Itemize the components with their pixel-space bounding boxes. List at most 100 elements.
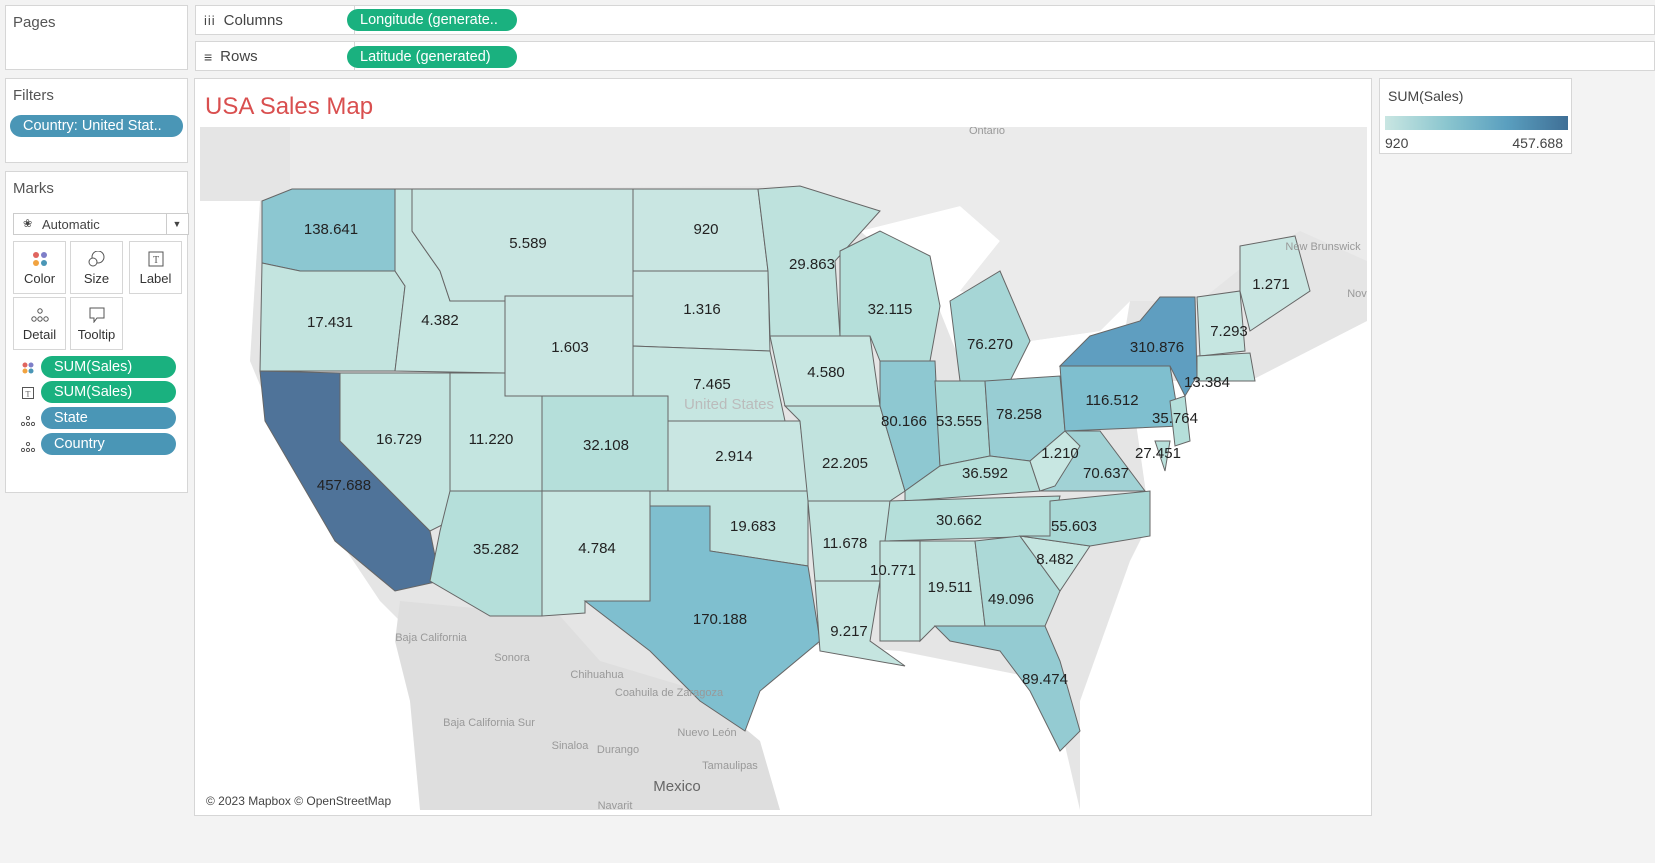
map-mark-icon: ❀ <box>23 218 33 230</box>
pages-panel: Pages <box>5 5 188 70</box>
mark-type-select[interactable]: ❀ Automatic ▼ <box>13 213 189 235</box>
rows-icon: ≡ <box>204 48 213 65</box>
size-button[interactable]: Size <box>70 241 123 294</box>
size-label: Size <box>83 271 110 286</box>
map-attribution[interactable]: © 2023 Mapbox © OpenStreetMap <box>206 794 391 808</box>
detail-field-icon <box>20 439 36 457</box>
label-icon: T <box>130 251 181 267</box>
chevron-down-icon: ▼ <box>166 214 187 234</box>
place-label: Sonora <box>494 652 530 664</box>
tooltip-label: Tooltip <box>77 327 116 342</box>
latitude-pill[interactable]: Latitude (generated) <box>347 46 517 68</box>
state-field-pill[interactable]: State <box>41 407 176 429</box>
marks-panel: Marks ❀ Automatic ▼ Color Size T Label D… <box>5 171 189 493</box>
size-icon <box>71 250 122 267</box>
state-label-oklahoma: 19.683 <box>730 518 776 535</box>
place-label: Mexico <box>653 778 701 795</box>
columns-shelf-label: iii Columns <box>204 12 283 29</box>
place-label: New Brunswick <box>1285 241 1361 253</box>
label-field-pill[interactable]: SUM(Sales) <box>41 381 176 403</box>
sales-legend: SUM(Sales) 920 457.688 <box>1379 78 1572 154</box>
legend-gradient <box>1385 116 1568 130</box>
place-label: Tamaulipas <box>702 760 758 772</box>
rows-shelf[interactable]: ≡ Rows Latitude (generated) <box>195 41 1655 71</box>
rows-shelf-label: ≡ Rows <box>204 48 258 65</box>
mark-type-value: Automatic <box>42 217 100 232</box>
state-label-florida: 89.474 <box>1022 671 1068 688</box>
state-label-michigan: 76.270 <box>967 336 1013 353</box>
state-label-illinois: 80.166 <box>881 413 927 430</box>
state-label-kentucky: 36.592 <box>962 465 1008 482</box>
state-label-new-jersey: 35.764 <box>1152 410 1198 427</box>
state-label-north-dakota: 920 <box>693 221 718 238</box>
state-label-nebraska: 7.465 <box>693 376 731 393</box>
pages-title: Pages <box>13 14 56 31</box>
state-shape-mississippi <box>879 540 921 642</box>
state-label-new-york: 310.876 <box>1130 339 1184 356</box>
svg-text:T: T <box>26 390 31 399</box>
color-field-pill[interactable]: SUM(Sales) <box>41 356 176 378</box>
state-label-minnesota: 29.863 <box>789 256 835 273</box>
filters-panel: Filters Country: United Stat.. <box>5 78 188 163</box>
map-worksheet: USA Sales Map Ontario New Brunswick Unit… <box>194 78 1372 816</box>
place-label: Nov <box>1347 288 1367 300</box>
color-field-icon <box>22 361 34 379</box>
state-label-massachusetts: 13.384 <box>1184 374 1230 391</box>
state-label-utah: 11.220 <box>469 431 514 448</box>
state-label-kansas: 2.914 <box>715 448 753 465</box>
place-label: Baja California Sur <box>443 717 535 729</box>
detail-button[interactable]: Detail <box>13 297 66 350</box>
color-button[interactable]: Color <box>13 241 66 294</box>
state-label-iowa: 4.580 <box>807 364 845 381</box>
detail-field-icon <box>20 413 36 431</box>
state-label-south-dakota: 1.316 <box>683 301 721 318</box>
state-label-alabama: 19.511 <box>928 579 973 596</box>
place-label: Chihuahua <box>570 669 624 681</box>
state-label-mississippi: 10.771 <box>870 562 916 579</box>
state-label-tennessee: 30.662 <box>936 512 982 529</box>
state-label-south-carolina: 8.482 <box>1036 551 1074 568</box>
state-label-georgia: 49.096 <box>988 591 1034 608</box>
label-field-icon: T <box>22 386 34 404</box>
state-label-idaho: 4.382 <box>421 312 459 329</box>
filters-title: Filters <box>13 87 54 104</box>
state-label-louisiana: 9.217 <box>830 623 868 640</box>
label-button[interactable]: T Label <box>129 241 182 294</box>
tooltip-icon <box>71 307 122 324</box>
color-icon <box>14 251 65 267</box>
state-label-west-virginia: 1.210 <box>1041 445 1079 462</box>
state-label-delaware: 27.451 <box>1135 445 1181 462</box>
marks-title: Marks <box>13 180 54 197</box>
state-label-oregon: 17.431 <box>307 314 353 331</box>
state-label-new-hampshire: 7.293 <box>1210 323 1248 340</box>
state-label-pennsylvania: 116.512 <box>1085 392 1138 409</box>
country-filter-pill[interactable]: Country: United Stat.. <box>10 115 183 137</box>
place-label: Baja California <box>395 632 467 644</box>
state-label-arizona: 35.282 <box>473 541 519 558</box>
columns-label: Columns <box>223 12 283 29</box>
place-label: United States <box>684 396 774 413</box>
state-label-maine: 1.271 <box>1252 276 1290 293</box>
label-label: Label <box>139 271 172 286</box>
state-label-nevada: 16.729 <box>376 431 422 448</box>
legend-max: 457.688 <box>1512 135 1563 151</box>
rows-label: Rows <box>220 48 258 65</box>
state-label-montana: 5.589 <box>509 235 547 252</box>
legend-title: SUM(Sales) <box>1388 88 1464 104</box>
state-label-north-carolina: 55.603 <box>1051 518 1097 535</box>
state-label-ohio: 78.258 <box>996 406 1042 423</box>
state-label-california: 457.688 <box>317 477 371 494</box>
state-label-virginia: 70.637 <box>1083 465 1129 482</box>
color-label: Color <box>23 271 56 286</box>
country-field-pill[interactable]: Country <box>41 433 176 455</box>
detail-label: Detail <box>22 327 57 342</box>
state-label-indiana: 53.555 <box>936 413 982 430</box>
state-label-washington: 138.641 <box>304 221 358 238</box>
state-label-missouri: 22.205 <box>822 455 868 472</box>
place-label: Durango <box>597 744 639 756</box>
columns-shelf[interactable]: iii Columns Longitude (generate.. <box>195 5 1655 35</box>
longitude-pill[interactable]: Longitude (generate.. <box>347 9 517 31</box>
us-state-map[interactable]: Ontario New Brunswick United States Baja… <box>200 127 1367 810</box>
tooltip-button[interactable]: Tooltip <box>70 297 123 350</box>
place-label: Nuevo León <box>677 727 736 739</box>
